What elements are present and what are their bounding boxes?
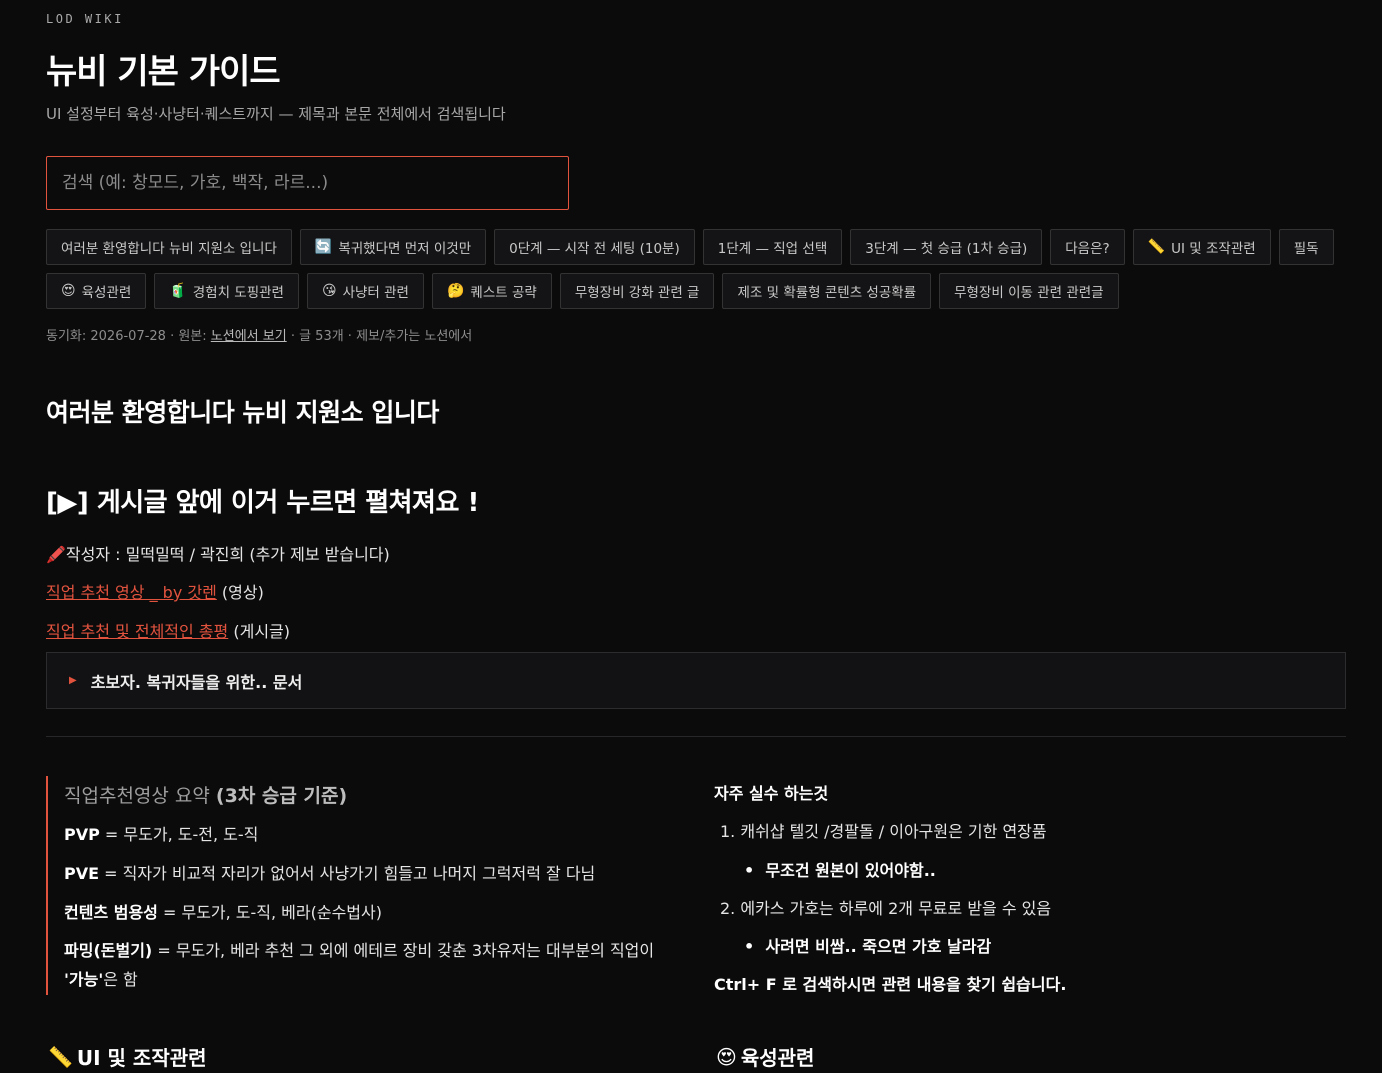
heart-eyes-icon: 😍	[716, 1044, 737, 1069]
callout-row-pvp: PVP = 무도가, 도-전, 도-직	[64, 820, 674, 849]
chip-label: 3단계 — 첫 승급 (1차 승급)	[865, 241, 1028, 257]
notion-source-link[interactable]: 노션에서 보기	[211, 329, 287, 344]
nav-chip[interactable]: 제조 및 확률형 콘텐츠 성공확률	[722, 273, 932, 309]
job-recommend-video-link[interactable]: 직업 추천 영상 _ by 갓렌	[46, 583, 217, 602]
ruler-icon: 📏	[48, 1044, 73, 1069]
mistake-item-1-sub: • 무조건 원본이 있어야함..	[744, 861, 936, 880]
nav-chip[interactable]: 필독	[1278, 229, 1334, 265]
nav-chip[interactable]: 😍 육성관련	[46, 273, 147, 309]
search-input[interactable]	[46, 156, 569, 210]
sync-meta-suffix: · 글 53개 · 제보/추가는 노션에서	[286, 329, 473, 344]
search-tip: Ctrl+ F 로 검색하시면 관련 내용을 찾기 쉽습니다.	[714, 975, 1067, 994]
toggle-label: 초보자. 복귀자들을 위한.. 문서	[90, 672, 303, 692]
chip-label: 복귀했다면 먼저 이것만	[338, 241, 472, 257]
nav-chip[interactable]: 🤔 퀘스트 공략	[431, 273, 552, 309]
callout-title-bold: (3차 승급 기준)	[215, 785, 348, 807]
chip-label: 다음은?	[1065, 241, 1110, 257]
chip-label: 무형장비 이동 관련 관련글	[954, 285, 1104, 301]
author-line: 🖍️작성자 : 밀떡밀떡 / 곽진희 (추가 제보 받습니다)	[46, 545, 390, 564]
toggle-hint-heading: [▶] 게시글 앞에 이거 누르면 펼쳐져요 !	[46, 488, 479, 518]
row-text: = 무도가, 베라 추천 그 외에 에테르 장비 갖춘 3차유저는 대부분의 직…	[152, 941, 655, 960]
section-label: 육성관련	[740, 1046, 815, 1070]
section-chip-bar: 여러분 환영합니다 뉴비 지원소 입니다 🔄 복귀했다면 먼저 이것만 0단계 — 시…	[46, 229, 1346, 309]
page-title: 뉴비 기본 가이드	[46, 52, 281, 92]
chip-label: 제조 및 확률형 콘텐츠 성공확률	[737, 285, 917, 301]
row-key: 컨텐츠 범용성	[64, 903, 158, 922]
nav-chip[interactable]: 3단계 — 첫 승급 (1차 승급)	[850, 229, 1043, 265]
mistakes-title: 자주 실수 하는것	[714, 784, 829, 803]
row-text: = 직자가 비교적 자리가 없어서 사냥가기 힘들고 나머지 그럭저럭 잘 다님	[99, 864, 596, 883]
callout-row-content: 컨텐츠 범용성 = 무도가, 도-직, 베라(순수법사)	[64, 898, 674, 927]
post-link-suffix: (게시글)	[228, 622, 290, 641]
row-key: PVE	[64, 864, 100, 883]
row-text: = 무도가, 도-전, 도-직	[99, 825, 259, 844]
chip-label: 무형장비 강화 관련 글	[574, 285, 700, 301]
callout-row-pve: PVE = 직자가 비교적 자리가 없어서 사냥가기 힘들고 나머지 그럭저럭 …	[64, 859, 674, 888]
ui-section-heading: 📏 UI 및 조작관련	[48, 1042, 207, 1071]
row-key: PVP	[64, 825, 100, 844]
chip-label: UI 및 조작관련	[1171, 241, 1256, 257]
sub-text: 사려면 비쌈.. 죽으면 가호 날라감	[765, 937, 992, 956]
chip-label: 퀘스트 공략	[470, 285, 537, 301]
chip-icon: 🧃	[169, 283, 187, 299]
nav-chip[interactable]: 🧃 경험치 도핑관련	[154, 273, 299, 309]
nav-chip[interactable]: 무형장비 강화 관련 글	[559, 273, 715, 309]
chip-icon: 📏	[1147, 239, 1166, 255]
row-key: 파밍(돈벌기)	[64, 941, 153, 960]
chip-label: 육성관련	[81, 285, 132, 301]
nav-chip[interactable]: 😘 사냥터 관련	[306, 273, 424, 309]
row-text: = 무도가, 도-직, 베라(순수법사)	[157, 903, 382, 922]
video-link-line: 직업 추천 영상 _ by 갓렌 (영상)	[46, 579, 264, 603]
growth-section-heading: 😍 육성관련	[716, 1042, 814, 1071]
nav-chip[interactable]: 무형장비 이동 관련 관련글	[939, 273, 1119, 309]
job-recommend-post-link[interactable]: 직업 추천 및 전체적인 총평	[46, 622, 228, 641]
mistake-item-1: 1. 캐쉬샵 텔깃 /경팔돌 / 이아구원은 기한 연장품	[720, 822, 1047, 841]
chip-icon: 😍	[61, 283, 76, 299]
beginner-doc-toggle[interactable]: ▶ 초보자. 복귀자들을 위한.. 문서	[46, 652, 1346, 709]
video-link-suffix: (영상)	[216, 583, 264, 602]
post-link-line: 직업 추천 및 전체적인 총평 (게시글)	[46, 618, 290, 642]
page-subtitle: UI 설정부터 육성·사냥터·퀘스트까지 — 제목과 본문 전체에서 검색됩니다	[46, 105, 506, 123]
chip-label: 경험치 도핑관련	[192, 285, 284, 301]
sub-text: 무조건 원본이 있어야함..	[765, 861, 936, 880]
sync-meta-text: 동기화: 2026-07-28 · 원본:	[46, 329, 211, 344]
chip-icon: 😘	[321, 283, 337, 299]
row-tail: 은 함	[103, 970, 138, 989]
chip-label: 1단계 — 직업 선택	[717, 241, 828, 257]
nav-chip[interactable]: 1단계 — 직업 선택	[702, 229, 843, 265]
chip-icon: 🤔	[446, 283, 465, 299]
chip-label: 0단계 — 시작 전 세팅 (10분)	[509, 241, 680, 257]
divider	[46, 736, 1346, 737]
sync-meta: 동기화: 2026-07-28 · 원본: 노션에서 보기 · 글 53개 · …	[46, 325, 472, 344]
mistake-item-2-sub: • 사려면 비쌈.. 죽으면 가호 날라감	[744, 937, 992, 956]
nav-chip[interactable]: 🔄 복귀했다면 먼저 이것만	[299, 229, 487, 265]
mistake-item-2: 2. 에카스 가호는 하루에 2개 무료로 받을 수 있음	[720, 899, 1052, 918]
chip-label: 필독	[1293, 241, 1319, 257]
callout-title-text: 직업추천영상 요약	[64, 785, 216, 807]
chip-icon: 🔄	[314, 239, 333, 255]
row-bold-tail: '가능'	[64, 970, 104, 989]
job-summary-callout: 직업추천영상 요약 (3차 승급 기준) PVP = 무도가, 도-전, 도-직…	[46, 776, 686, 995]
brand-label: LOD WIKI	[46, 12, 124, 26]
nav-chip[interactable]: 다음은?	[1050, 229, 1125, 265]
section-label: UI 및 조작관련	[76, 1046, 207, 1070]
callout-title: 직업추천영상 요약 (3차 승급 기준)	[64, 781, 347, 808]
toggle-triangle-icon: ▶	[69, 675, 77, 686]
chip-label: 여러분 환영합니다 뉴비 지원소 입니다	[61, 241, 277, 257]
welcome-heading: 여러분 환영합니다 뉴비 지원소 입니다	[46, 398, 439, 427]
nav-chip[interactable]: 여러분 환영합니다 뉴비 지원소 입니다	[46, 229, 292, 265]
chip-label: 사냥터 관련	[342, 285, 409, 301]
nav-chip[interactable]: 📏 UI 및 조작관련	[1132, 229, 1271, 265]
callout-row-farming: 파밍(돈벌기) = 무도가, 베라 추천 그 외에 에테르 장비 갖춘 3차유저…	[64, 936, 674, 994]
nav-chip[interactable]: 0단계 — 시작 전 세팅 (10분)	[494, 229, 695, 265]
